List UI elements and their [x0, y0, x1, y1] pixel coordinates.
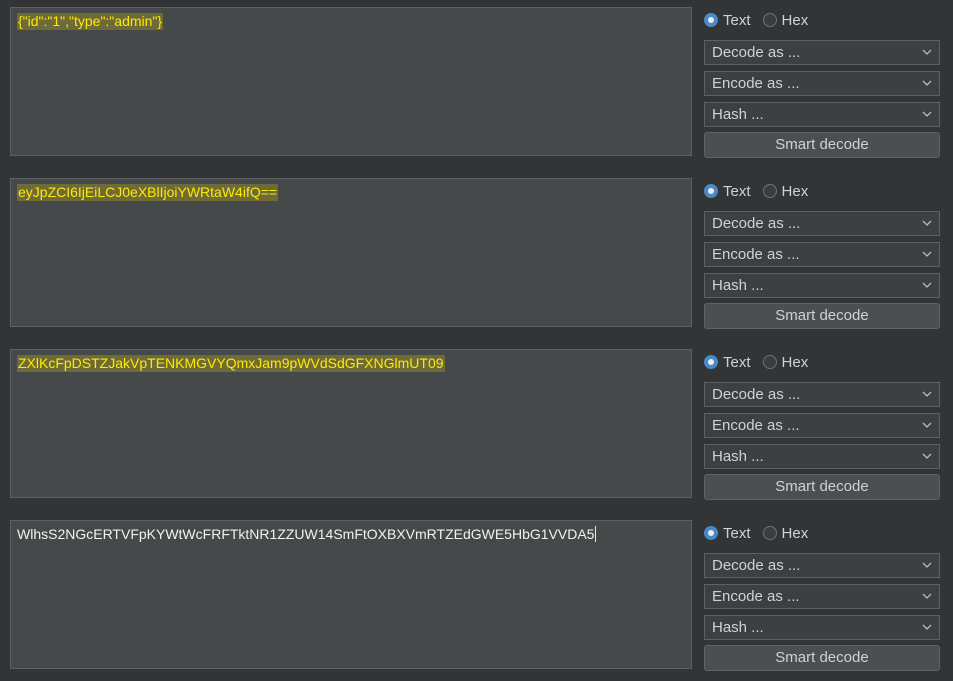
hash-dropdown[interactable]: Hash ...	[704, 273, 940, 298]
hex-radio[interactable]	[762, 13, 777, 27]
hex-radio[interactable]	[762, 526, 777, 540]
chevron-down-icon	[922, 220, 932, 226]
chevron-down-icon	[922, 593, 932, 599]
decoder-text-area[interactable]: WlhsS2NGcERTVFpKYWtWcFRFTktNR1ZZUW14SmFt…	[10, 520, 692, 669]
format-radio-group: Text Hex	[704, 524, 820, 542]
encode-as-label: Encode as ...	[712, 75, 800, 92]
hash-label: Hash ...	[712, 619, 764, 636]
hash-label: Hash ...	[712, 277, 764, 294]
decode-as-label: Decode as ...	[712, 215, 801, 232]
encode-as-label: Encode as ...	[712, 417, 800, 434]
decoder-text-area[interactable]: ZXlKcFpDSTZJakVpTENKMGVYQmxJam9pWVdSdGFX…	[10, 349, 692, 498]
format-radio-group: Text Hex	[704, 182, 820, 200]
decode-as-dropdown[interactable]: Decode as ...	[704, 211, 940, 236]
decoder-panel-2: eyJpZCI6IjEiLCJ0eXBlIjoiYWRtaW4ifQ== Tex…	[0, 171, 953, 342]
smart-decode-button[interactable]: Smart decode	[704, 474, 940, 500]
text-area-content: {"id":"1","type":"admin"}	[17, 13, 164, 30]
chevron-down-icon	[922, 80, 932, 86]
chevron-down-icon	[922, 624, 932, 630]
chevron-down-icon	[922, 282, 932, 288]
decoder-text-area[interactable]: {"id":"1","type":"admin"}	[10, 7, 692, 156]
hash-dropdown[interactable]: Hash ...	[704, 444, 940, 469]
smart-decode-button[interactable]: Smart decode	[704, 645, 940, 671]
text-area-value: WlhsS2NGcERTVFpKYWtWcFRFTktNR1ZZUW14SmFt…	[17, 526, 595, 542]
decode-as-dropdown[interactable]: Decode as ...	[704, 553, 940, 578]
text-radio-label: Text	[723, 11, 751, 29]
text-area-content: ZXlKcFpDSTZJakVpTENKMGVYQmxJam9pWVdSdGFX…	[17, 355, 445, 372]
encode-as-dropdown[interactable]: Encode as ...	[704, 242, 940, 267]
hex-radio[interactable]	[762, 355, 777, 369]
hash-dropdown[interactable]: Hash ...	[704, 615, 940, 640]
chevron-down-icon	[922, 49, 932, 55]
encode-as-dropdown[interactable]: Encode as ...	[704, 413, 940, 438]
decoder-panel-3: ZXlKcFpDSTZJakVpTENKMGVYQmxJam9pWVdSdGFX…	[0, 342, 953, 513]
decode-as-label: Decode as ...	[712, 44, 801, 61]
format-radio-group: Text Hex	[704, 353, 820, 371]
chevron-down-icon	[922, 391, 932, 397]
text-caret	[595, 526, 597, 542]
hex-radio-label: Hex	[781, 524, 809, 542]
decode-as-dropdown[interactable]: Decode as ...	[704, 40, 940, 65]
hex-radio-label: Hex	[781, 182, 809, 200]
encode-as-dropdown[interactable]: Encode as ...	[704, 71, 940, 96]
decode-as-label: Decode as ...	[712, 386, 801, 403]
text-radio[interactable]	[704, 355, 718, 369]
text-radio-label: Text	[723, 524, 751, 542]
encode-as-label: Encode as ...	[712, 246, 800, 263]
decode-as-dropdown[interactable]: Decode as ...	[704, 382, 940, 407]
text-radio-label: Text	[723, 353, 751, 371]
hex-radio[interactable]	[762, 184, 777, 198]
chevron-down-icon	[922, 562, 932, 568]
encode-as-label: Encode as ...	[712, 588, 800, 605]
chevron-down-icon	[922, 251, 932, 257]
hex-radio-label: Hex	[781, 353, 809, 371]
decode-as-label: Decode as ...	[712, 557, 801, 574]
text-area-content: WlhsS2NGcERTVFpKYWtWcFRFTktNR1ZZUW14SmFt…	[17, 526, 597, 543]
text-radio[interactable]	[704, 184, 718, 198]
hash-dropdown[interactable]: Hash ...	[704, 102, 940, 127]
text-radio[interactable]	[704, 526, 718, 540]
chevron-down-icon	[922, 422, 932, 428]
text-radio-label: Text	[723, 182, 751, 200]
format-radio-group: Text Hex	[704, 11, 820, 29]
decoder-text-area[interactable]: eyJpZCI6IjEiLCJ0eXBlIjoiYWRtaW4ifQ==	[10, 178, 692, 327]
text-radio[interactable]	[704, 13, 718, 27]
smart-decode-button[interactable]: Smart decode	[704, 303, 940, 329]
encode-as-dropdown[interactable]: Encode as ...	[704, 584, 940, 609]
hash-label: Hash ...	[712, 448, 764, 465]
decoder-panel-4: WlhsS2NGcERTVFpKYWtWcFRFTktNR1ZZUW14SmFt…	[0, 513, 953, 681]
hash-label: Hash ...	[712, 106, 764, 123]
decoder-window: {"id":"1","type":"admin"} Text Hex Decod…	[0, 0, 953, 681]
chevron-down-icon	[922, 453, 932, 459]
text-area-content: eyJpZCI6IjEiLCJ0eXBlIjoiYWRtaW4ifQ==	[17, 184, 279, 201]
smart-decode-button[interactable]: Smart decode	[704, 132, 940, 158]
decoder-panel-1: {"id":"1","type":"admin"} Text Hex Decod…	[0, 0, 953, 171]
chevron-down-icon	[922, 111, 932, 117]
hex-radio-label: Hex	[781, 11, 809, 29]
